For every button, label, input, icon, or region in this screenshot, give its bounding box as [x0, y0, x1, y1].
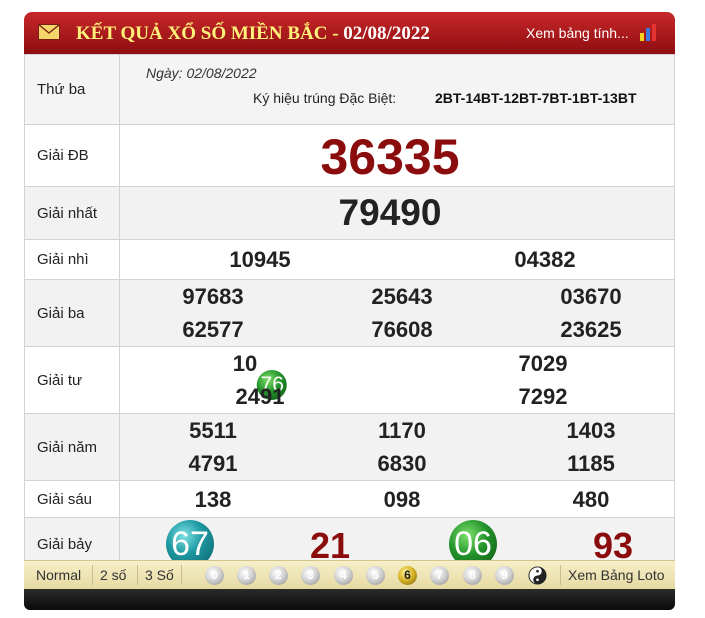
special-prize-number: 36335: [320, 129, 460, 185]
mode-3-digit-button[interactable]: 3 Số: [145, 567, 174, 583]
prize-label: Giải nhì: [24, 239, 120, 280]
prize-number: 97683: [182, 284, 244, 309]
prize-number: 5511: [189, 418, 237, 443]
prize-number: 03670: [560, 284, 622, 309]
view-table-link[interactable]: Xem bảng tính...: [526, 25, 629, 41]
digit-4-button[interactable]: 4: [334, 566, 353, 585]
prize-label: Giải ba: [24, 279, 120, 347]
digit-1-button[interactable]: 1: [237, 566, 256, 585]
prize-label: Giải sáu: [24, 480, 120, 518]
digit-8-button[interactable]: 8: [463, 566, 482, 585]
results-table: Thứ ba Ngày: 02/08/2022 Ký hiệu trúng Đặ…: [24, 54, 675, 571]
prize-number: 7029: [518, 351, 568, 376]
prize-number: 138: [194, 487, 232, 512]
mode-normal-button[interactable]: Normal: [36, 567, 81, 583]
prize-number: 10945: [229, 247, 291, 272]
special-symbol-label: Ký hiệu trúng Đặc Biệt:: [253, 90, 397, 106]
mode-2-digit-button[interactable]: 2 số: [100, 567, 126, 583]
prize-number: 1185: [567, 451, 615, 476]
digit-0-button[interactable]: 0: [205, 566, 224, 585]
prize-label: Giải nhất: [24, 186, 120, 240]
prize-number-highlighted: 10 76: [233, 351, 288, 400]
bottom-bar: [24, 589, 675, 610]
prize-number: 480: [572, 487, 610, 512]
digit-5-button[interactable]: 5: [366, 566, 385, 585]
prize-label: Giải tư: [24, 346, 120, 414]
prize-number: 6830: [377, 451, 427, 476]
digit-6-button[interactable]: 6: [398, 566, 417, 585]
view-loto-table-link[interactable]: Xem Bảng Loto: [568, 567, 665, 583]
prize-number: 4791: [188, 451, 238, 476]
digit-3-button[interactable]: 3: [301, 566, 320, 585]
draw-date: Ngày: 02/08/2022: [146, 65, 257, 81]
envelope-icon: [38, 24, 60, 40]
bar-chart-icon[interactable]: [639, 22, 659, 42]
prize-number: 1403: [566, 418, 616, 443]
results-panel: KẾT QUẢ XỔ SỐ MIỀN BẮC - 02/08/2022 Xem …: [24, 12, 675, 610]
prize-number: 098: [383, 487, 421, 512]
digit-9-button[interactable]: 9: [495, 566, 514, 585]
prize-number: 7292: [518, 384, 568, 409]
prize-number: 1170: [378, 418, 426, 443]
divider: [137, 565, 138, 585]
prize-number: 76608: [371, 317, 433, 342]
first-prize-number: 79490: [338, 192, 442, 233]
divider: [181, 565, 182, 585]
prize-label: Giải ĐB: [24, 124, 120, 187]
prize-number: 04382: [514, 247, 576, 272]
weekday-label: Thứ ba: [24, 54, 120, 125]
prize-number: 25643: [371, 284, 433, 309]
digit-2-button[interactable]: 2: [269, 566, 288, 585]
header-bar: KẾT QUẢ XỔ SỐ MIỀN BẮC - 02/08/2022 Xem …: [24, 12, 675, 54]
page-title: KẾT QUẢ XỔ SỐ MIỀN BẮC - 02/08/2022: [76, 23, 430, 44]
divider: [560, 565, 561, 585]
divider: [92, 565, 93, 585]
prize-number: 62577: [182, 317, 244, 342]
prize-label: Giải năm: [24, 413, 120, 481]
filter-bar: Normal 2 số 3 Số 0 1 2 3 4 5 6 7 8 9 Xem…: [24, 560, 675, 589]
digit-7-button[interactable]: 7: [430, 566, 449, 585]
prize-number: 23625: [560, 317, 622, 342]
prize-number: 2491: [235, 384, 285, 409]
special-symbol-value: 2BT-14BT-12BT-7BT-1BT-13BT: [435, 90, 637, 106]
yin-yang-icon[interactable]: [528, 566, 547, 585]
